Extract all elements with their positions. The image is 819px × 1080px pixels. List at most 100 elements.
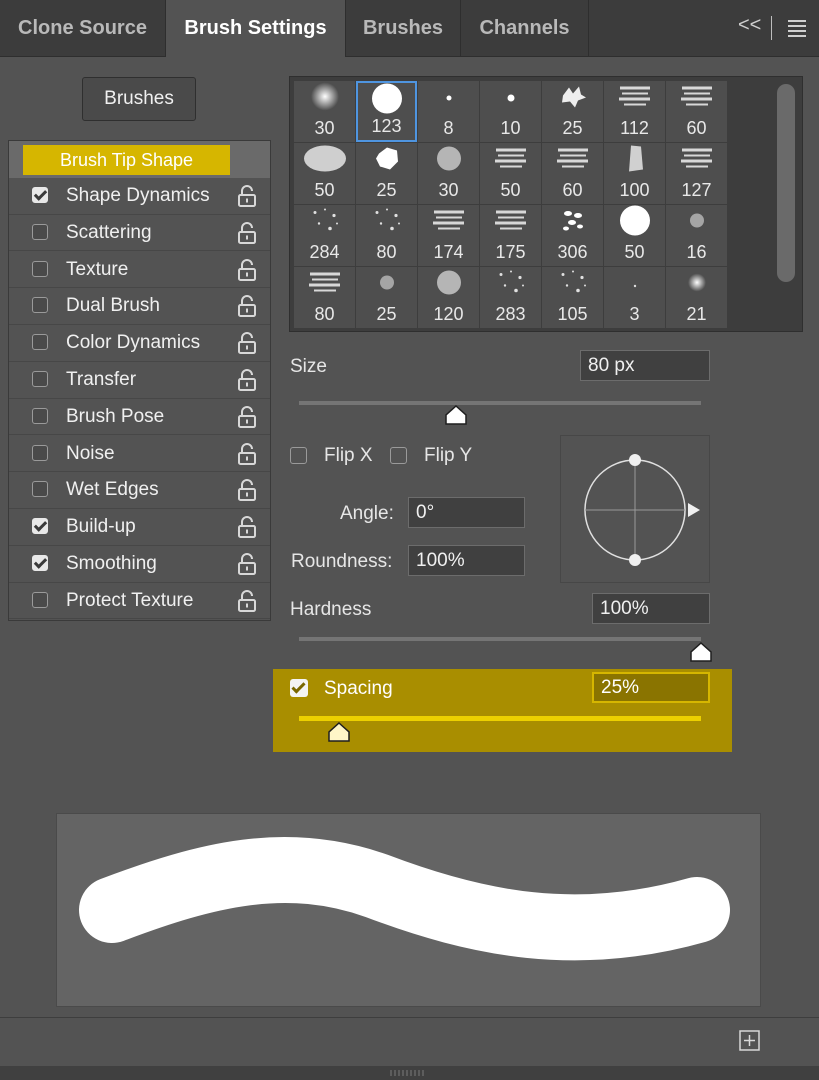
brush-preset-cell[interactable]: 10: [480, 81, 541, 142]
lock-icon[interactable]: [236, 589, 258, 613]
tab-brushes[interactable]: Brushes: [346, 0, 461, 56]
lock-icon[interactable]: [236, 368, 258, 392]
option-checkbox[interactable]: [32, 187, 48, 203]
size-slider-track[interactable]: [299, 401, 701, 405]
lock-icon[interactable]: [236, 331, 258, 355]
brush-preset-cell[interactable]: 60: [666, 81, 727, 142]
brush-preset-cell[interactable]: 21: [666, 267, 727, 328]
lock-icon[interactable]: [236, 405, 258, 429]
grid-scrollbar[interactable]: [777, 84, 795, 282]
brush-preset-cell[interactable]: 50: [604, 205, 665, 266]
flip-x-checkbox[interactable]: [290, 447, 307, 464]
brush-preset-cell[interactable]: 50: [294, 143, 355, 204]
brushes-button[interactable]: Brushes: [82, 77, 196, 121]
option-row-brush-pose[interactable]: Brush Pose: [9, 399, 270, 436]
option-checkbox[interactable]: [32, 407, 48, 424]
brush-tip-icon: [310, 82, 340, 117]
angle-roundness-dial[interactable]: [560, 435, 710, 583]
option-row-protect-texture[interactable]: Protect Texture: [9, 583, 270, 620]
brush-preset-cell[interactable]: 306: [542, 205, 603, 266]
option-row-dual-brush[interactable]: Dual Brush: [9, 288, 270, 326]
tab-brush-settings[interactable]: Brush Settings: [166, 0, 346, 57]
brush-tip-icon: [687, 211, 707, 236]
option-row-shape-dynamics[interactable]: Shape Dynamics: [9, 178, 270, 215]
option-row-wet-edges[interactable]: Wet Edges: [9, 472, 270, 510]
brush-tip-icon: [435, 269, 463, 302]
brush-preset-cell[interactable]: 50: [480, 143, 541, 204]
brush-preset-cell[interactable]: 30: [294, 81, 355, 142]
option-checkbox[interactable]: [32, 518, 48, 535]
lock-icon[interactable]: [236, 515, 258, 539]
brush-preset-cell[interactable]: 60: [542, 143, 603, 204]
option-checkbox[interactable]: [32, 260, 48, 277]
flip-y-checkbox[interactable]: [390, 447, 407, 464]
lock-icon[interactable]: [236, 478, 258, 502]
stroke-preview: [56, 813, 761, 1007]
option-row-smoothing[interactable]: Smoothing: [9, 546, 270, 583]
brush-preset-cell[interactable]: 80: [356, 205, 417, 266]
lock-icon[interactable]: [236, 442, 258, 466]
size-slider-handle[interactable]: [444, 405, 468, 425]
brush-tip-icon: [632, 276, 638, 294]
brush-preset-cell[interactable]: 8: [418, 81, 479, 142]
lock-icon[interactable]: [236, 221, 258, 245]
spacing-slider-track[interactable]: [299, 716, 701, 721]
lock-icon[interactable]: [236, 258, 258, 282]
brush-preset-cell[interactable]: 25: [356, 143, 417, 204]
new-preset-icon[interactable]: [739, 1030, 760, 1051]
brush-preset-cell[interactable]: 112: [604, 81, 665, 142]
spacing-checkbox[interactable]: [290, 679, 308, 697]
brush-preset-size: 100: [619, 180, 650, 200]
brush-preset-cell[interactable]: 105: [542, 267, 603, 328]
brush-preset-cell[interactable]: 123: [356, 81, 417, 142]
option-checkbox[interactable]: [32, 371, 48, 387]
brush-preset-size: 16: [686, 242, 707, 262]
size-field[interactable]: 80 px: [580, 350, 710, 381]
option-row-build-up[interactable]: Build-up: [9, 509, 270, 546]
brush-preset-cell[interactable]: 30: [418, 143, 479, 204]
spacing-slider-handle[interactable]: [327, 722, 351, 742]
brush-preset-cell[interactable]: 25: [356, 267, 417, 328]
tab-channels[interactable]: Channels: [461, 0, 589, 56]
brush-preset-cell[interactable]: 127: [666, 143, 727, 204]
brush-preset-cell[interactable]: 283: [480, 267, 541, 328]
option-checkbox[interactable]: [32, 334, 48, 351]
tab-clone-source[interactable]: Clone Source: [0, 0, 166, 56]
option-row-color-dynamics[interactable]: Color Dynamics: [9, 325, 270, 362]
option-row-transfer[interactable]: Transfer: [9, 362, 270, 399]
brush-preset-cell[interactable]: 3: [604, 267, 665, 328]
option-checkbox[interactable]: [32, 223, 48, 240]
lock-icon[interactable]: [236, 184, 258, 208]
option-checkbox[interactable]: [32, 444, 48, 461]
hardness-slider-track[interactable]: [299, 637, 701, 641]
brush-preset-cell[interactable]: 284: [294, 205, 355, 266]
roundness-field[interactable]: 100%: [408, 545, 525, 576]
resize-grip-icon[interactable]: [389, 1069, 427, 1077]
brush-preset-cell[interactable]: 174: [418, 205, 479, 266]
option-checkbox[interactable]: [32, 555, 48, 571]
lock-icon[interactable]: [236, 552, 258, 576]
option-row-texture[interactable]: Texture: [9, 252, 270, 289]
option-checkbox[interactable]: [32, 297, 48, 314]
angle-field[interactable]: 0°: [408, 497, 525, 528]
hardness-field[interactable]: 100%: [592, 593, 710, 624]
option-row-noise[interactable]: Noise: [9, 436, 270, 473]
brush-tip-shape-row[interactable]: Brush Tip Shape: [9, 141, 270, 178]
collapse-icon[interactable]: <<: [738, 14, 761, 37]
brush-preset-size: 105: [557, 304, 588, 324]
menu-icon[interactable]: [788, 20, 806, 37]
brush-preset-cell[interactable]: 25: [542, 81, 603, 142]
spacing-field[interactable]: 25%: [592, 672, 710, 703]
brush-preset-cell[interactable]: 16: [666, 205, 727, 266]
brush-preset-cell[interactable]: 80: [294, 267, 355, 328]
brush-preset-cell[interactable]: 120: [418, 267, 479, 328]
brush-preset-cell[interactable]: 100: [604, 143, 665, 204]
hardness-slider-handle[interactable]: [689, 642, 713, 662]
option-checkbox[interactable]: [32, 481, 48, 498]
option-checkbox[interactable]: [32, 591, 48, 608]
brush-preset-cell[interactable]: 175: [480, 205, 541, 266]
option-row-scattering[interactable]: Scattering: [9, 215, 270, 252]
brush-preset-size: 25: [376, 304, 397, 324]
lock-icon[interactable]: [236, 294, 258, 318]
brush-tip-icon: [432, 208, 466, 239]
